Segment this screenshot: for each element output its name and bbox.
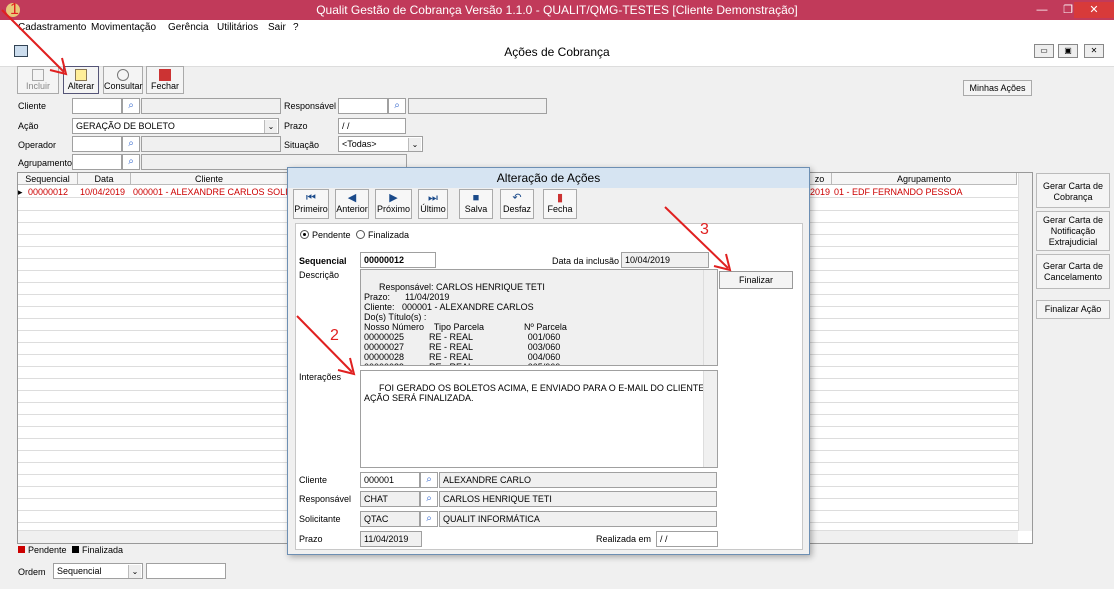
- annotation-1: 1: [10, 1, 19, 18]
- annotation-3: 3: [700, 221, 709, 238]
- annotation-overlay: 1 2 3: [1, 1, 732, 376]
- arrow-1-line: [1, 9, 65, 73]
- arrow-2-line: [296, 315, 353, 373]
- annotation-2: 2: [330, 327, 339, 344]
- arrow-3-line: [664, 206, 729, 269]
